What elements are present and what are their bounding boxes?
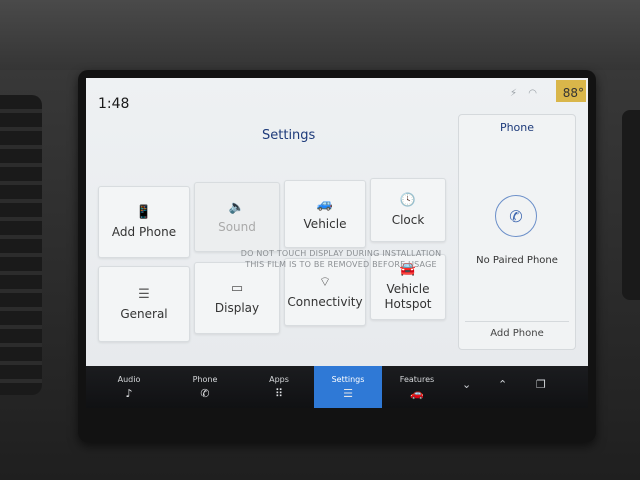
chevron-down-icon[interactable]: ⌄ bbox=[462, 378, 471, 391]
tile-label: Vehicle bbox=[303, 216, 347, 231]
clock-tile[interactable]: 🕓 Clock bbox=[370, 178, 446, 242]
phone-handset-icon[interactable]: ✆ bbox=[495, 195, 537, 237]
tile-label: General bbox=[120, 306, 168, 321]
display-tile[interactable]: ▭ Display bbox=[194, 262, 280, 334]
general-tile[interactable]: ☰ General bbox=[98, 266, 190, 342]
sliders-icon: ☰ bbox=[343, 386, 353, 400]
car-icon: 🚗 bbox=[410, 386, 424, 400]
nav-phone[interactable]: Phone ✆ bbox=[174, 366, 236, 408]
phone-panel: Phone ✆ No Paired Phone Add Phone bbox=[458, 114, 576, 350]
clock-icon: 🕓 bbox=[399, 192, 417, 208]
protective-film-notice: DO NOT TOUCH DISPLAY DURING INSTALLATION… bbox=[240, 249, 442, 270]
nav-apps[interactable]: Apps ⠿ bbox=[248, 366, 310, 408]
speaker-icon: 🔈 bbox=[228, 199, 246, 215]
clock-time: 1:48 bbox=[98, 96, 130, 112]
bottom-nav-bar: Audio ♪ Phone ✆ Apps ⠿ Settings ☰ Featur… bbox=[86, 366, 588, 408]
music-note-icon: ♪ bbox=[125, 386, 133, 400]
left-air-vent bbox=[0, 95, 42, 395]
display-icon: ▭ bbox=[230, 280, 244, 296]
add-phone-tile[interactable]: 📱 Add Phone bbox=[98, 186, 190, 258]
phone-plus-icon: 📱 bbox=[135, 204, 153, 220]
tile-label: Display bbox=[214, 300, 260, 315]
no-paired-phone-text: No Paired Phone bbox=[476, 255, 558, 266]
vehicle-tile[interactable]: 🚙 Vehicle bbox=[284, 180, 366, 248]
window-switch-icon[interactable]: ❐ bbox=[536, 378, 546, 391]
vehicle-icon: 🚙 bbox=[316, 196, 334, 212]
sliders-icon: ☰ bbox=[138, 286, 150, 302]
page-title: Settings bbox=[262, 128, 316, 143]
phone-panel-title: Phone bbox=[499, 121, 535, 134]
right-air-vent bbox=[622, 110, 640, 300]
wifi-icon: ⌔ bbox=[318, 274, 332, 290]
nav-features[interactable]: Features 🚗 bbox=[386, 366, 448, 408]
add-phone-button[interactable]: Add Phone bbox=[465, 321, 569, 345]
tile-label: Add Phone bbox=[111, 224, 177, 239]
tile-label: Clock bbox=[391, 212, 425, 227]
sound-tile[interactable]: 🔈 Sound bbox=[194, 182, 280, 252]
phone-icon: ✆ bbox=[200, 386, 210, 400]
temperature-badge: 88° bbox=[556, 80, 586, 102]
tile-label: Connectivity bbox=[287, 294, 363, 309]
infotainment-screen: 1:48 ⚡ ◠ 88° Settings 📱 Add Phone 🔈 Soun… bbox=[86, 78, 588, 408]
apps-grid-icon: ⠿ bbox=[274, 386, 284, 400]
tile-label: Vehicle Hotspot bbox=[384, 282, 432, 311]
chevron-up-icon[interactable]: ⌃ bbox=[498, 378, 507, 391]
tile-label: Sound bbox=[218, 219, 256, 234]
status-icons: ⚡ ◠ bbox=[510, 88, 541, 99]
dashboard-top bbox=[0, 0, 640, 70]
nav-settings[interactable]: Settings ☰ bbox=[314, 366, 382, 408]
nav-audio[interactable]: Audio ♪ bbox=[98, 366, 160, 408]
